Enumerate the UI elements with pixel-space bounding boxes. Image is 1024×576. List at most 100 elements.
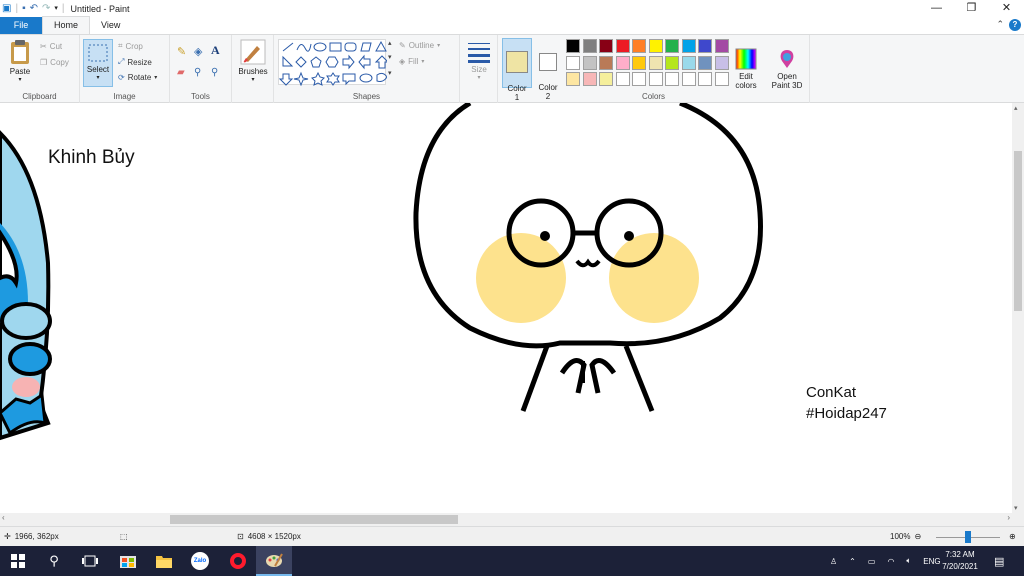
open-paint3d-button[interactable]: Open Paint 3D <box>766 39 808 99</box>
palette-color-swatch[interactable] <box>681 39 696 53</box>
system-tray: ♙ ⌃ ▭ ◠ 🔈︎ ENG <box>830 546 941 576</box>
palette-color-swatch[interactable] <box>582 39 597 53</box>
opera-browser-icon[interactable] <box>220 546 256 576</box>
people-icon[interactable]: ♙ <box>830 557 837 566</box>
edit-colors-button[interactable]: Edit colors <box>730 39 762 99</box>
palette-color-swatch[interactable] <box>665 72 679 86</box>
copy-button[interactable]: ❐ Copy <box>40 58 69 67</box>
palette-color-swatch[interactable] <box>714 39 729 53</box>
tab-home[interactable]: Home <box>42 16 91 34</box>
palette-color-swatch[interactable] <box>698 72 712 86</box>
palette-color-swatch[interactable] <box>632 72 646 86</box>
paste-button[interactable]: Paste ▾ <box>4 39 36 85</box>
clock[interactable]: 7:32 AM 7/20/2021 <box>930 549 990 573</box>
scroll-left-icon[interactable]: ‹ <box>2 513 5 522</box>
edit-colors-label: Edit colors <box>735 72 757 90</box>
palette-color-swatch[interactable] <box>615 39 630 53</box>
rotate-button[interactable]: ⟳ Rotate ▾ <box>118 73 157 82</box>
task-view-icon[interactable] <box>72 546 108 576</box>
store-app-icon[interactable] <box>110 546 146 576</box>
tab-view[interactable]: View <box>90 17 131 34</box>
zoom-slider-thumb[interactable] <box>965 531 971 543</box>
palette-color-swatch[interactable] <box>582 55 597 70</box>
zoom-in-icon[interactable]: ⊕ <box>1009 532 1016 541</box>
restore-button[interactable]: ❐ <box>954 0 989 17</box>
palette-color-swatch[interactable] <box>566 55 580 70</box>
palette-color-swatch[interactable] <box>599 39 613 53</box>
palette-color-swatch[interactable] <box>566 39 580 53</box>
volume-icon[interactable]: 🔈︎ <box>906 556 911 566</box>
color-picker-icon[interactable]: ⚲ <box>194 67 201 78</box>
color1-button[interactable]: Color 1 <box>502 38 532 102</box>
shapes-scroll-up-icon[interactable]: ▴ <box>388 39 392 47</box>
horizontal-scroll-thumb[interactable] <box>170 515 458 524</box>
shapes-more-icon[interactable]: ▾ <box>388 69 392 77</box>
fill-button[interactable]: ◈ Fill ▾ <box>399 57 424 66</box>
network-icon[interactable]: ◠ <box>887 557 894 566</box>
start-button[interactable] <box>0 546 36 576</box>
palette-color-swatch[interactable] <box>714 72 729 86</box>
minimize-button[interactable]: — <box>919 0 954 17</box>
brushes-button[interactable]: Brushes ▾ <box>235 39 271 85</box>
palette-color-swatch[interactable] <box>599 55 613 70</box>
shapes-scroll-down-icon[interactable]: ▾ <box>388 53 392 61</box>
select-dropdown-icon[interactable]: ▾ <box>84 74 112 83</box>
horizontal-scrollbar[interactable]: ‹ › <box>0 513 1012 526</box>
undo-icon[interactable]: ↶ <box>30 3 38 15</box>
scroll-down-icon[interactable]: ▾ <box>1014 504 1018 512</box>
zalo-app-icon[interactable]: Zalo <box>182 546 218 576</box>
resize-button[interactable]: ⤢ Resize <box>118 57 152 67</box>
customize-qat-icon[interactable]: ▾ <box>54 3 58 15</box>
palette-color-swatch[interactable] <box>648 39 663 53</box>
vertical-scrollbar[interactable]: ▴ ▾ <box>1012 103 1024 513</box>
scroll-up-icon[interactable]: ▴ <box>1014 104 1018 112</box>
collapse-ribbon-icon[interactable]: ⌃ <box>996 19 1004 30</box>
help-icon[interactable]: ? <box>1009 19 1021 31</box>
paste-dropdown-icon[interactable]: ▾ <box>4 76 36 85</box>
windows-logo-icon <box>11 554 25 568</box>
outline-button[interactable]: ✎ Outline ▾ <box>399 41 440 50</box>
color2-button[interactable]: Color 2 <box>534 38 562 101</box>
palette-color-swatch[interactable] <box>599 72 613 86</box>
palette-color-swatch[interactable] <box>714 55 729 70</box>
tab-file[interactable]: File <box>0 17 42 34</box>
search-icon[interactable]: ⚲ <box>36 546 72 576</box>
magnifier-icon[interactable]: ⚲ <box>211 67 218 78</box>
paint-taskbar-icon[interactable] <box>256 546 292 576</box>
palette-color-swatch[interactable] <box>615 72 630 86</box>
size-button[interactable]: Size ▾ <box>463 41 495 83</box>
scroll-right-icon[interactable]: › <box>1007 513 1010 522</box>
paint-window: ▣ | ▪ ↶ ↷ ▾ | Untitled - Paint — ❐ ✕ Fil… <box>0 0 1024 576</box>
vertical-scroll-thumb[interactable] <box>1014 151 1022 311</box>
fill-bucket-icon[interactable]: ◈ <box>194 45 202 58</box>
palette-color-swatch[interactable] <box>665 39 679 53</box>
save-icon[interactable]: ▪ <box>22 3 26 15</box>
paint-app-icon[interactable]: ▣ <box>2 3 11 15</box>
file-explorer-icon[interactable] <box>146 546 182 576</box>
redo-icon[interactable]: ↷ <box>42 3 50 15</box>
battery-icon[interactable]: ▭ <box>868 557 876 566</box>
palette-color-swatch[interactable] <box>648 55 663 70</box>
palette-color-swatch[interactable] <box>698 55 712 70</box>
zoom-out-icon[interactable]: ⊖ <box>914 532 921 541</box>
palette-color-swatch[interactable] <box>632 39 646 53</box>
palette-color-swatch[interactable] <box>632 55 646 70</box>
eraser-icon[interactable]: ▰ <box>177 67 185 78</box>
palette-color-swatch[interactable] <box>681 55 696 70</box>
palette-color-swatch[interactable] <box>698 39 712 53</box>
cut-button[interactable]: ✂ Cut <box>40 42 62 51</box>
palette-color-swatch[interactable] <box>582 72 597 86</box>
text-tool-icon[interactable]: A <box>211 43 220 58</box>
palette-color-swatch[interactable] <box>566 72 580 86</box>
palette-color-swatch[interactable] <box>681 72 696 86</box>
close-button[interactable]: ✕ <box>989 0 1024 17</box>
drawing-canvas[interactable]: Khinh Bủy ConKat #Hoidap247 <box>0 103 1012 513</box>
show-hidden-icons[interactable]: ⌃ <box>849 557 856 566</box>
select-button[interactable]: Select ▾ <box>83 39 113 87</box>
pencil-icon[interactable]: ✎ <box>177 45 186 58</box>
crop-button[interactable]: ⌗ Crop <box>118 41 143 51</box>
palette-color-swatch[interactable] <box>648 72 663 86</box>
palette-color-swatch[interactable] <box>665 55 679 70</box>
palette-color-swatch[interactable] <box>615 55 630 70</box>
notifications-icon[interactable]: ▤ <box>994 546 1004 576</box>
